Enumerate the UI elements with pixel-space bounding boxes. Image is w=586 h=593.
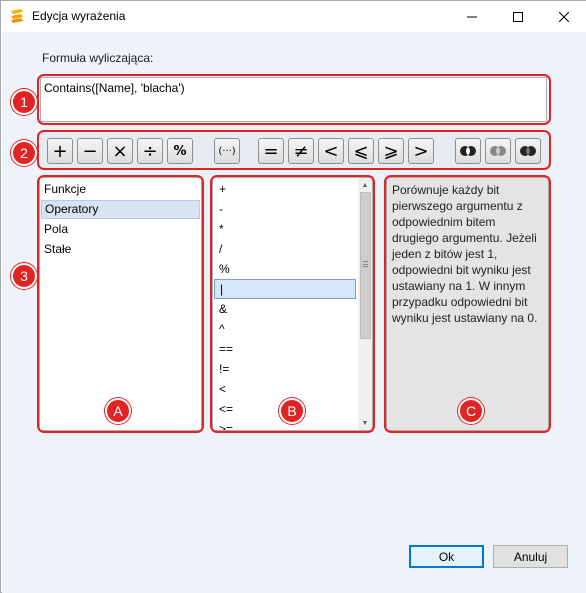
maximize-icon [513, 11, 523, 22]
title-bar[interactable]: Edycja wyrażenia [1, 1, 586, 32]
callout-marker-3: 3 [11, 263, 37, 289]
callout-marker-1: 1 [11, 89, 37, 115]
window-title: Edycja wyrażenia [32, 9, 126, 23]
callout-box-list-c [384, 175, 551, 433]
callout-box-formula [37, 74, 551, 125]
callout-box-list-b [210, 175, 375, 433]
minimize-button[interactable] [449, 1, 495, 32]
callout-marker-a: A [105, 398, 131, 424]
expression-editor-window: Edycja wyrażenia Formuła wyliczająca: Co… [0, 0, 586, 593]
minimize-icon [467, 16, 477, 17]
formula-label: Formuła wyliczająca: [42, 51, 154, 65]
cancel-button[interactable]: Anuluj [493, 545, 568, 568]
callout-marker-2: 2 [11, 140, 37, 166]
ok-button[interactable]: Ok [409, 545, 484, 568]
callout-box-list-a [37, 175, 204, 433]
close-button[interactable] [541, 1, 586, 32]
maximize-button[interactable] [495, 1, 541, 32]
callout-marker-c: C [458, 398, 484, 424]
close-icon [559, 11, 569, 22]
app-icon [11, 9, 23, 23]
callout-box-toolbar [37, 130, 551, 170]
callout-marker-b: B [279, 398, 305, 424]
